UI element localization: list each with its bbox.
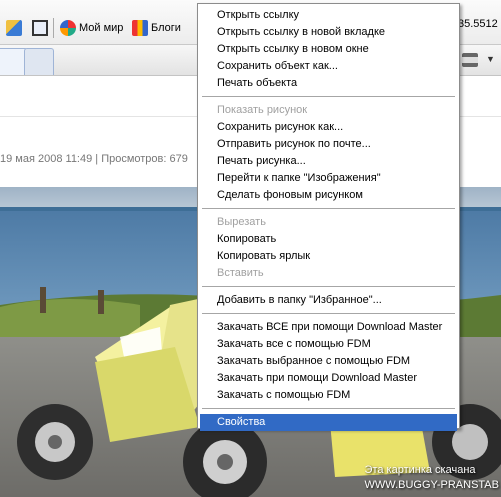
post-meta: 19 мая 2008 11:49 | Просмотров: 679	[0, 153, 188, 165]
chevron-down-icon[interactable]: ▼	[486, 54, 495, 64]
menu-download-all-dm[interactable]: Закачать ВСЕ при помощи Download Master	[200, 319, 457, 336]
menu-separator	[202, 408, 455, 409]
menu-paste: Вставить	[217, 267, 264, 279]
menu-copy[interactable]: Копировать	[200, 231, 457, 248]
moi-mir-button[interactable]: Мой мир	[60, 18, 123, 38]
menu-copy-shortcut[interactable]: Копировать ярлык	[200, 248, 457, 265]
menu-save-picture-as[interactable]: Сохранить рисунок как...	[200, 119, 457, 136]
menu-download-fdm[interactable]: Закачать с помощью FDM	[200, 387, 457, 404]
menu-email-picture[interactable]: Отправить рисунок по почте...	[200, 136, 457, 153]
blogi-button[interactable]: Блоги	[132, 18, 181, 38]
moi-mir-icon	[60, 20, 76, 36]
menu-download-all-fdm[interactable]: Закачать все с помощью FDM	[200, 336, 457, 353]
toolbar-number: 35.5512	[458, 18, 498, 30]
menu-separator	[202, 313, 455, 314]
watermark-caption: Эта картинка скачана WWW.BUGGY-PRANSTAB	[365, 463, 499, 493]
menu-print-picture[interactable]: Печать рисунка...	[200, 153, 457, 170]
printer-icon[interactable]	[462, 53, 478, 67]
menu-download-dm[interactable]: Закачать при помощи Download Master	[200, 370, 457, 387]
menu-go-to-pictures[interactable]: Перейти к папке "Изображения"	[200, 170, 457, 187]
menu-set-as-background[interactable]: Сделать фоновым рисунком	[200, 187, 457, 204]
menu-download-selected-fdm[interactable]: Закачать выбранное с помощью FDM	[200, 353, 457, 370]
tab-new[interactable]	[24, 48, 54, 75]
menu-open-link-new-tab[interactable]: Открыть ссылку в новой вкладке	[200, 24, 457, 41]
menu-separator	[202, 208, 455, 209]
menu-separator	[202, 286, 455, 287]
menu-separator	[202, 96, 455, 97]
page-icon[interactable]	[32, 20, 48, 36]
menu-properties[interactable]: Свойства	[200, 414, 457, 431]
watermark-line-2: WWW.BUGGY-PRANSTAB	[364, 479, 499, 491]
menu-print-target[interactable]: Печать объекта	[200, 75, 457, 92]
toolbar-separator	[53, 18, 54, 38]
edit-icon[interactable]	[6, 20, 22, 36]
blogi-icon	[132, 20, 148, 36]
watermark-line-1: Эта картинка скачана	[364, 464, 476, 476]
menu-cut: Вырезать	[217, 216, 266, 228]
menu-open-link[interactable]: Открыть ссылку	[200, 7, 457, 24]
context-menu: Открыть ссылку Открыть ссылку в новой вк…	[197, 3, 460, 431]
menu-save-target-as[interactable]: Сохранить объект как...	[200, 58, 457, 75]
menu-show-picture: Показать рисунок	[217, 104, 308, 116]
blogi-label: Блоги	[151, 22, 181, 34]
menu-add-to-favorites[interactable]: Добавить в папку "Избранное"...	[200, 292, 457, 309]
menu-open-link-new-window[interactable]: Открыть ссылку в новом окне	[200, 41, 457, 58]
moi-mir-label: Мой мир	[79, 22, 124, 34]
